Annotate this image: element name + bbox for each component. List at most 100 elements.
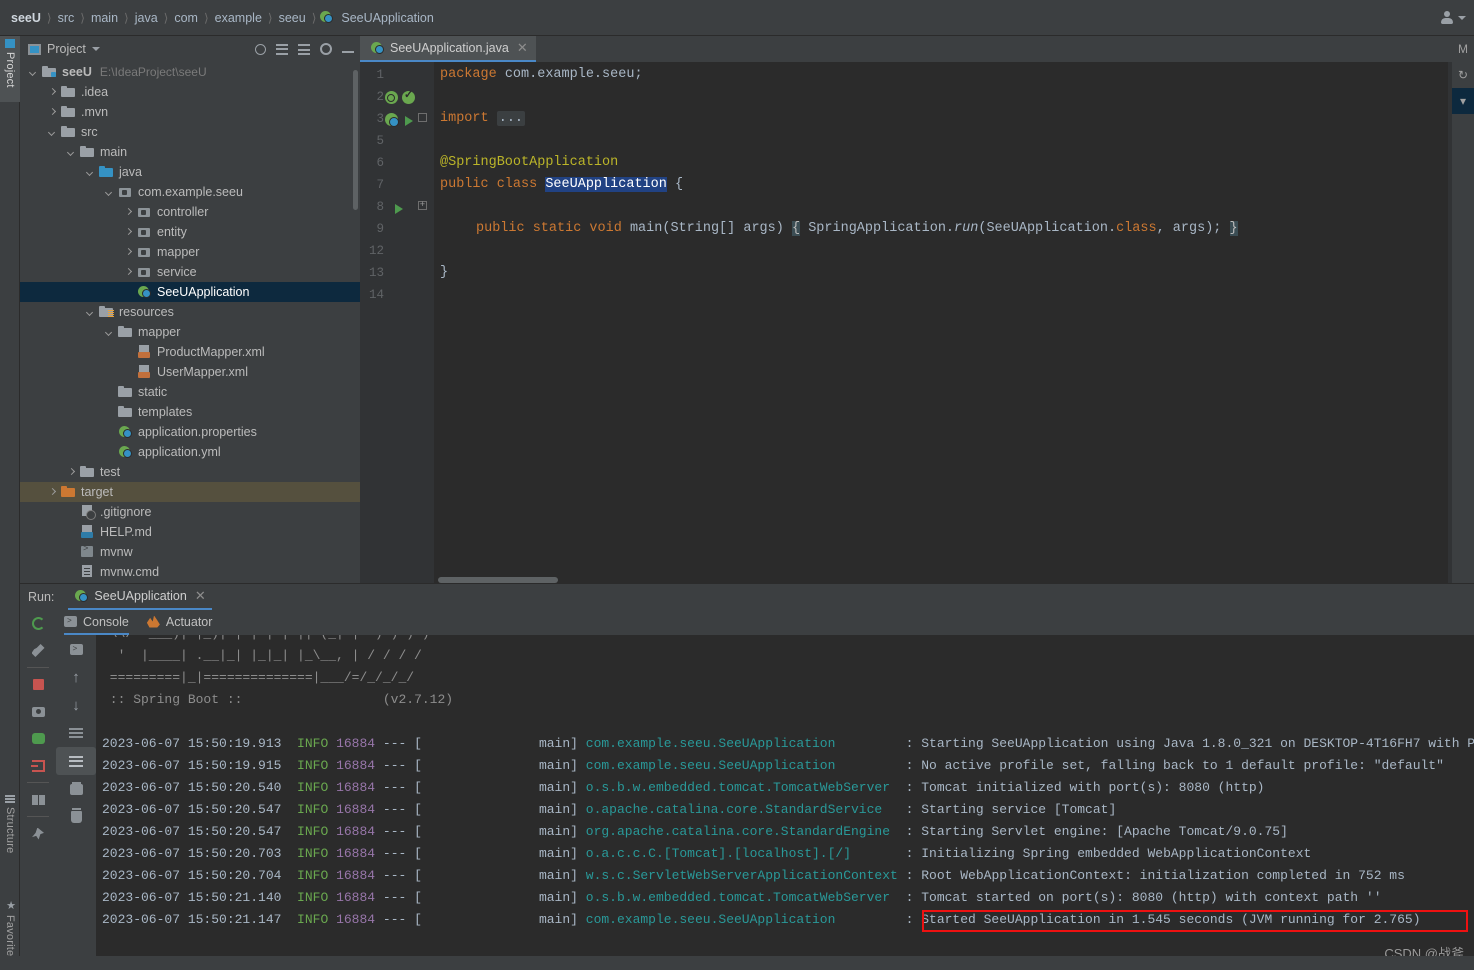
refresh-icon[interactable]: ↻ bbox=[1452, 62, 1474, 88]
tree-node-src[interactable]: src bbox=[20, 122, 360, 142]
chevron-down-icon[interactable]: ▾ bbox=[1452, 88, 1474, 114]
fold-marker-method[interactable]: + bbox=[418, 201, 427, 210]
tab-console[interactable]: > Console bbox=[64, 610, 129, 635]
editor-gutter[interactable]: + 12356789121314 bbox=[360, 62, 434, 583]
tree-node-templates[interactable]: templates bbox=[20, 402, 360, 422]
project-tree[interactable]: seeU E:\IdeaProject\seeU .idea .mvn src main j… bbox=[20, 62, 360, 583]
chevron-down-icon[interactable] bbox=[87, 308, 96, 317]
tree-node-resources[interactable]: resources bbox=[20, 302, 360, 322]
chevron-right-icon[interactable] bbox=[49, 88, 58, 97]
chevron-right-icon[interactable] bbox=[125, 228, 134, 237]
breadcrumb-item-5[interactable]: example bbox=[212, 11, 265, 25]
tree-node-seeuapplication[interactable]: SeeUApplication bbox=[20, 282, 360, 302]
soft-wrap-icon[interactable] bbox=[56, 719, 96, 747]
breadcrumb-item-1[interactable]: src bbox=[55, 11, 78, 25]
chevron-right-icon[interactable] bbox=[68, 468, 77, 477]
tree-node-seeu[interactable]: seeU E:\IdeaProject\seeU bbox=[20, 62, 360, 82]
tree-node-help-md[interactable]: HELP.md bbox=[20, 522, 360, 542]
gear-icon[interactable] bbox=[320, 43, 332, 55]
code-content[interactable]: package com.example.seeu; import ... @Spri… bbox=[434, 62, 1434, 583]
breadcrumb-item-6[interactable]: seeu bbox=[276, 11, 309, 25]
up-arrow-icon[interactable]: ↑ bbox=[56, 663, 96, 691]
tree-node-label: main bbox=[100, 145, 128, 159]
run-tab-seeuapplication[interactable]: SeeUApplication ✕ bbox=[68, 584, 212, 610]
spring-boot-run-icon[interactable] bbox=[385, 113, 399, 127]
print-icon[interactable] bbox=[56, 775, 96, 803]
debug-attach-icon[interactable] bbox=[20, 725, 56, 752]
pin-icon[interactable] bbox=[20, 820, 56, 847]
down-arrow-icon[interactable]: ↓ bbox=[56, 691, 96, 719]
export-icon[interactable] bbox=[20, 752, 56, 779]
chevron-right-icon[interactable] bbox=[125, 268, 134, 277]
run-application-icon[interactable] bbox=[405, 116, 413, 126]
tree-node-static[interactable]: static bbox=[20, 382, 360, 402]
wrench-icon[interactable] bbox=[20, 637, 56, 664]
maven-tool-icon[interactable]: M bbox=[1452, 36, 1474, 62]
folder-icon bbox=[61, 125, 76, 139]
tree-node-main[interactable]: main bbox=[20, 142, 360, 162]
breadcrumb-item-0[interactable]: seeU bbox=[8, 11, 44, 25]
camera-icon[interactable] bbox=[20, 698, 56, 725]
tree-node-java[interactable]: java bbox=[20, 162, 360, 182]
tree-node-mvnw-cmd[interactable]: mvnw.cmd bbox=[20, 562, 360, 582]
line-number: 5 bbox=[376, 134, 384, 148]
log-message: : Initializing Spring embedded WebApplic… bbox=[851, 846, 1312, 861]
breadcrumb-item-4[interactable]: com bbox=[171, 11, 201, 25]
chevron-right-icon[interactable] bbox=[49, 108, 58, 117]
tree-node-productmapper-xml[interactable]: ProductMapper.xml bbox=[20, 342, 360, 362]
expand-all-icon[interactable] bbox=[276, 43, 288, 55]
chevron-down-icon[interactable] bbox=[30, 68, 39, 77]
tree-node-application-yml[interactable]: application.yml bbox=[20, 442, 360, 462]
tree-scrollbar[interactable] bbox=[353, 70, 358, 210]
account-control[interactable] bbox=[1440, 11, 1466, 24]
tree-node-mvnw[interactable]: mvnw bbox=[20, 542, 360, 562]
console-output[interactable]: \\/ ___)| |_)| | | | | || (_| | ) ) ) ) … bbox=[96, 635, 1474, 970]
sidebar-item-project[interactable]: Project bbox=[0, 36, 20, 102]
chevron-down-icon[interactable] bbox=[106, 188, 115, 197]
chevron-right-icon[interactable] bbox=[125, 208, 134, 217]
code-editor[interactable]: + 12356789121314 package com.example.see… bbox=[360, 62, 1474, 583]
source-folder-icon bbox=[99, 165, 114, 179]
tree-node-usermapper-xml[interactable]: UserMapper.xml bbox=[20, 362, 360, 382]
tree-node-service[interactable]: service bbox=[20, 262, 360, 282]
sidebar-item-structure[interactable]: Structure bbox=[0, 792, 20, 876]
close-icon[interactable]: ✕ bbox=[517, 40, 528, 56]
layout-icon[interactable] bbox=[20, 786, 56, 813]
tree-node--idea[interactable]: .idea bbox=[20, 82, 360, 102]
breadcrumb-item-7[interactable]: SeeUApplication bbox=[338, 11, 436, 25]
tree-node-com-example-seeu[interactable]: com.example.seeu bbox=[20, 182, 360, 202]
stop-icon[interactable] bbox=[20, 671, 56, 698]
run-method-icon[interactable] bbox=[395, 204, 403, 214]
chevron-down-icon[interactable] bbox=[106, 328, 115, 337]
tree-node-entity[interactable]: entity bbox=[20, 222, 360, 242]
console-toggle-icon[interactable]: > bbox=[56, 635, 96, 663]
spring-bean-search-icon[interactable] bbox=[385, 91, 399, 105]
trash-icon[interactable] bbox=[56, 803, 96, 831]
tree-node-target[interactable]: target bbox=[20, 482, 360, 502]
tree-node-controller[interactable]: controller bbox=[20, 202, 360, 222]
chevron-right-icon[interactable] bbox=[125, 248, 134, 257]
scroll-to-end-icon[interactable] bbox=[56, 747, 96, 775]
spring-config-check-icon[interactable] bbox=[402, 88, 416, 105]
collapse-all-icon[interactable] bbox=[298, 43, 310, 55]
chevron-down-icon[interactable] bbox=[68, 148, 77, 157]
tree-node-test[interactable]: test bbox=[20, 462, 360, 482]
chevron-down-icon[interactable] bbox=[87, 168, 96, 177]
locate-icon[interactable] bbox=[255, 43, 266, 55]
rerun-icon[interactable] bbox=[20, 610, 56, 637]
chevron-down-icon[interactable] bbox=[91, 47, 100, 51]
breadcrumb-item-3[interactable]: java bbox=[132, 11, 161, 25]
chevron-down-icon[interactable] bbox=[49, 128, 58, 137]
tree-node-application-properties[interactable]: application.properties bbox=[20, 422, 360, 442]
minimize-icon[interactable] bbox=[342, 51, 354, 53]
chevron-right-icon[interactable] bbox=[49, 488, 58, 497]
tab-actuator[interactable]: Actuator bbox=[146, 610, 212, 635]
tree-node-mapper[interactable]: mapper bbox=[20, 322, 360, 342]
tree-node--gitignore[interactable]: .gitignore bbox=[20, 502, 360, 522]
tree-node--mvn[interactable]: .mvn bbox=[20, 102, 360, 122]
tree-node-mapper[interactable]: mapper bbox=[20, 242, 360, 262]
breadcrumb-item-2[interactable]: main bbox=[88, 11, 121, 25]
close-icon[interactable]: ✕ bbox=[195, 588, 206, 604]
tab-seeuapplication-java[interactable]: SeeUApplication.java ✕ bbox=[360, 36, 536, 62]
log-logger: com.example.seeu.SeeUApplication bbox=[585, 758, 836, 773]
